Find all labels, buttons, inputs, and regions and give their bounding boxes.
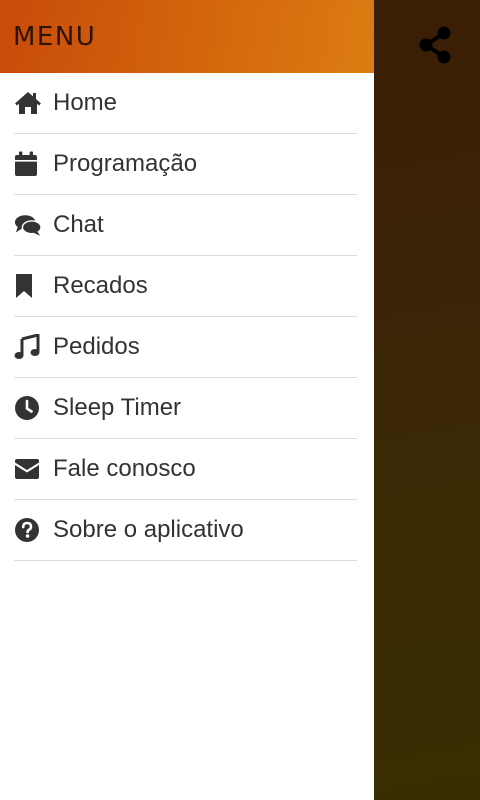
menu-item-label: Chat	[53, 211, 104, 238]
menu-item-fale-conosco[interactable]: Fale conosco	[14, 439, 357, 500]
menu-item-pedidos[interactable]: Pedidos	[14, 317, 357, 378]
menu-item-label: Fale conosco	[53, 455, 196, 482]
bookmark-icon	[14, 272, 42, 300]
menu-item-label: Home	[53, 89, 118, 116]
share-icon	[418, 26, 452, 69]
home-icon	[14, 89, 42, 117]
music-note-icon	[14, 333, 42, 361]
menu-item-home[interactable]: Home	[14, 73, 357, 134]
envelope-icon	[14, 455, 42, 483]
menu-item-sobre[interactable]: Sobre o aplicativo	[14, 500, 357, 561]
calendar-icon	[14, 150, 42, 178]
menu-item-sleep-timer[interactable]: Sleep Timer	[14, 378, 357, 439]
menu-item-label: Sleep Timer	[53, 394, 182, 421]
drawer-title: MENU	[13, 21, 97, 52]
clock-icon	[14, 394, 42, 422]
menu-item-chat[interactable]: Chat	[14, 195, 357, 256]
question-circle-icon	[14, 516, 42, 544]
menu-item-recados[interactable]: Recados	[14, 256, 357, 317]
chat-icon	[14, 211, 42, 239]
app-screen: MENU Home Programação Chat Recados Pedid…	[0, 0, 480, 800]
menu-list: Home Programação Chat Recados Pedidos Sl…	[0, 73, 374, 561]
menu-item-label: Sobre o aplicativo	[53, 516, 244, 543]
menu-item-programacao[interactable]: Programação	[14, 134, 357, 195]
menu-item-label: Pedidos	[53, 333, 140, 360]
menu-item-label: Programação	[53, 150, 198, 177]
share-button[interactable]	[414, 26, 456, 68]
drawer-header: MENU	[0, 0, 374, 73]
menu-item-label: Recados	[53, 272, 148, 299]
navigation-drawer: MENU Home Programação Chat Recados Pedid…	[0, 0, 374, 800]
